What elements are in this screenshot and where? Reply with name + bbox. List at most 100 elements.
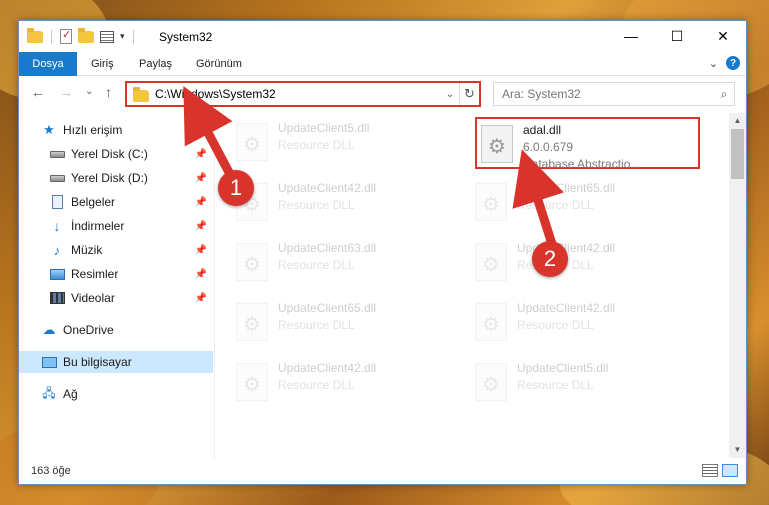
file-name: UpdateClient42.dll: [278, 361, 377, 375]
sidebar-item-label: İndirmeler: [71, 219, 125, 233]
up-button[interactable]: ↑: [105, 84, 112, 100]
address-bar[interactable]: C:\Windows\System32 ⌄ ↻: [125, 81, 481, 107]
minimize-button[interactable]: —: [608, 21, 654, 51]
sidebar-item-videos[interactable]: Videolar 📌: [19, 287, 213, 309]
sidebar-item-label: Ağ: [63, 387, 78, 401]
sidebar-item-pictures[interactable]: Resimler 📌: [19, 263, 213, 285]
dll-file-icon: [475, 243, 507, 281]
file-name: UpdateClient65.dll: [278, 301, 377, 315]
file-item[interactable]: UpdateClient5.dll Resource DLL: [475, 357, 700, 409]
dll-file-icon: [475, 183, 507, 221]
this-pc-icon: [41, 355, 57, 369]
recent-locations-button[interactable]: ⌄: [85, 86, 93, 97]
forward-button[interactable]: →: [59, 84, 73, 100]
pin-icon: 📌: [194, 268, 207, 280]
tab-share[interactable]: Paylaş: [139, 52, 172, 76]
sidebar-item-label: OneDrive: [63, 323, 114, 337]
address-dropdown-icon[interactable]: ⌄: [441, 89, 459, 100]
search-icon[interactable]: ⌕: [714, 87, 734, 102]
dll-file-icon: [236, 303, 268, 341]
dll-file-icon: [475, 303, 507, 341]
search-input[interactable]: [494, 87, 714, 101]
item-count: 163 öğe: [31, 465, 71, 477]
file-name: UpdateClient42.dll: [517, 301, 616, 315]
sidebar-item-downloads[interactable]: ↓ İndirmeler 📌: [19, 215, 213, 237]
downloads-icon: ↓: [53, 218, 61, 234]
vertical-scrollbar[interactable]: ▲ ▼: [729, 113, 746, 458]
file-name: UpdateClient65.dll: [517, 181, 616, 195]
folder-icon: [133, 86, 149, 102]
sidebar-item-network[interactable]: 🖧 Ağ: [19, 383, 213, 405]
sidebar-item-music[interactable]: ♪ Müzik 📌: [19, 239, 213, 261]
details-view-icon[interactable]: [702, 464, 718, 477]
step-badge-2: 2: [532, 241, 568, 277]
videos-icon: [49, 291, 65, 305]
tab-home[interactable]: Giriş: [91, 52, 114, 76]
dll-file-icon: [236, 123, 268, 161]
dll-file-icon: [481, 125, 513, 163]
window-title: System32: [159, 30, 213, 44]
sidebar-item-label: Videolar: [71, 291, 115, 305]
pin-icon: 📌: [194, 244, 207, 256]
window-controls: — ☐ ✕: [608, 21, 746, 51]
file-item[interactable]: UpdateClient5.dll Resource DLL: [236, 117, 461, 169]
sidebar-item-local-disk-d[interactable]: Yerel Disk (D:) 📌: [19, 167, 213, 189]
disk-icon: [49, 147, 65, 161]
sidebar-item-quick-access[interactable]: ★ Hızlı erişim: [41, 119, 213, 141]
view-options-icon[interactable]: [100, 30, 114, 43]
properties-icon[interactable]: [60, 28, 72, 44]
star-icon: ★: [43, 122, 55, 137]
file-item[interactable]: UpdateClient42.dll Resource DLL: [236, 357, 461, 409]
tab-view[interactable]: Görünüm: [196, 52, 242, 76]
address-path[interactable]: C:\Windows\System32: [155, 87, 441, 101]
help-icon[interactable]: ?: [726, 56, 740, 70]
folder-icon: [27, 27, 43, 43]
ribbon-tabs: Dosya Giriş Paylaş Görünüm ⌄ ?: [19, 52, 746, 76]
file-type: Resource DLL: [517, 378, 594, 392]
documents-icon: [49, 195, 65, 209]
file-item[interactable]: UpdateClient63.dll Resource DLL: [236, 237, 461, 289]
file-item[interactable]: UpdateClient65.dll Resource DLL: [236, 297, 461, 349]
sidebar-item-local-disk-c[interactable]: Yerel Disk (C:) 📌: [19, 143, 213, 165]
scroll-thumb[interactable]: [731, 129, 744, 179]
refresh-button[interactable]: ↻: [459, 83, 479, 105]
file-name: UpdateClient5.dll: [278, 121, 370, 135]
file-item-adal-dll[interactable]: adal.dll 6.0.0.679 Database Abstractio..…: [475, 117, 700, 171]
search-box: ⌕: [493, 82, 735, 106]
sidebar-item-onedrive[interactable]: ☁ OneDrive: [19, 319, 213, 341]
close-button[interactable]: ✕: [700, 21, 746, 51]
maximize-button[interactable]: ☐: [654, 21, 700, 51]
sidebar-item-label: Belgeler: [71, 195, 116, 209]
new-folder-icon[interactable]: [78, 27, 94, 43]
file-name: UpdateClient42.dll: [278, 181, 377, 195]
title-bar: ▾ System32 — ☐ ✕: [19, 21, 746, 52]
sidebar-item-label: Yerel Disk (C:): [71, 147, 148, 161]
tab-file[interactable]: Dosya: [19, 52, 77, 76]
pin-icon: 📌: [194, 148, 207, 160]
sidebar-item-label: Resimler: [71, 267, 119, 281]
file-version: 6.0.0.679: [523, 140, 574, 154]
sidebar-item-documents[interactable]: Belgeler 📌: [19, 191, 213, 213]
file-item[interactable]: UpdateClient65.dll Resource DLL: [475, 177, 700, 229]
explorer-window: ▾ System32 — ☐ ✕ Dosya Giriş Paylaş Görü…: [18, 20, 747, 485]
sidebar-item-this-pc[interactable]: Bu bilgisayar: [19, 351, 213, 373]
file-name: UpdateClient5.dll: [517, 361, 609, 375]
network-icon: 🖧: [42, 385, 56, 400]
expand-ribbon-icon[interactable]: ⌄: [709, 57, 718, 70]
file-item[interactable]: UpdateClient42.dllResource DLL: [475, 237, 700, 289]
scroll-up-icon[interactable]: ▲: [729, 113, 746, 129]
file-type: Resource DLL: [278, 378, 355, 392]
disk-icon: [49, 171, 65, 185]
sidebar-item-label: Bu bilgisayar: [63, 355, 132, 369]
customize-toolbar-chevron-icon[interactable]: ▾: [120, 31, 125, 42]
file-item[interactable]: UpdateClient42.dllResource DLL: [236, 177, 461, 229]
file-type: Resource DLL: [278, 258, 355, 272]
scroll-down-icon[interactable]: ▼: [729, 442, 746, 458]
large-icons-view-icon[interactable]: [722, 464, 738, 477]
sidebar-item-label: Hızlı erişim: [63, 123, 123, 137]
back-button[interactable]: ←: [31, 84, 45, 100]
step-badge-1: 1: [218, 170, 254, 206]
file-item[interactable]: UpdateClient42.dllResource DLL: [475, 297, 700, 349]
file-name: UpdateClient63.dll: [278, 241, 377, 255]
quick-access-toolbar: ▾: [27, 27, 136, 44]
